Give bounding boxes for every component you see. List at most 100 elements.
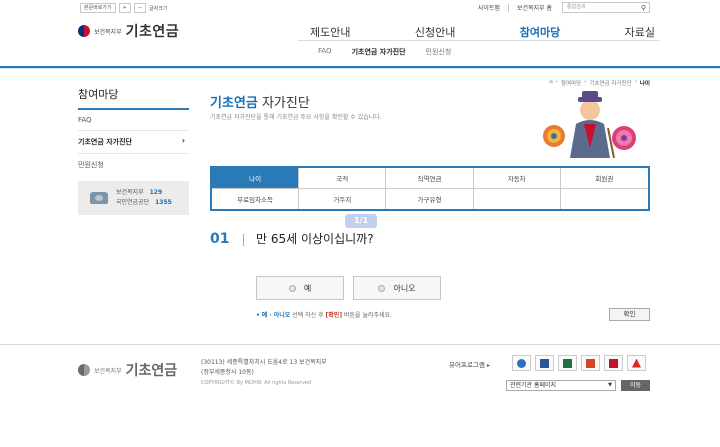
breadcrumb-current: 나이 bbox=[639, 81, 650, 87]
page-title: 기초연금 자가진단 bbox=[210, 92, 310, 111]
select-value: 관련기관 홈페이지 bbox=[510, 382, 557, 389]
footer-address: (30113) 세종특별자치시 도움4로 13 보건복지부 (정부세종청사 10… bbox=[201, 358, 327, 378]
viewer-programs-label: 뷰어프로그램 ▸ bbox=[449, 359, 490, 369]
flower-right bbox=[612, 126, 636, 150]
tab-empty bbox=[561, 189, 648, 210]
call-center-box: 보건복지부 129 국민연금공단 1355 bbox=[78, 181, 189, 215]
question-text: 만 65세 이상이십니까? bbox=[256, 232, 374, 246]
address-line: (정부세종청사 10동) bbox=[201, 369, 254, 376]
utility-left: 본문바로가기 + − 글자크기 bbox=[80, 3, 167, 13]
sub-navigation: FAQ 기초연금 자가진단 민원신청 bbox=[318, 47, 451, 57]
tab-membership[interactable]: 회원권 bbox=[560, 168, 648, 189]
progress-stamp: 1/1 bbox=[345, 214, 377, 228]
call-number: 1355 bbox=[155, 199, 172, 206]
flower-left bbox=[543, 125, 565, 147]
sidebar-item-self-diagnosis[interactable]: 기초연금 자가진단 › bbox=[78, 131, 189, 154]
pdf-reader-icon[interactable] bbox=[604, 355, 623, 371]
call-line: 국민연금공단 1355 bbox=[116, 198, 172, 208]
tab-age[interactable]: 나이 bbox=[212, 168, 300, 189]
sidebar-item-faq[interactable]: FAQ bbox=[78, 110, 189, 131]
page-title-highlight: 기초연금 bbox=[210, 96, 258, 111]
hint-confirm: [확인] bbox=[325, 312, 343, 319]
subnav-faq[interactable]: FAQ bbox=[318, 47, 332, 57]
related-sites-select[interactable]: 관련기관 홈페이지 ▼ bbox=[506, 380, 616, 391]
sidebar-item-label: FAQ bbox=[78, 116, 92, 124]
tab-free-rent-income[interactable]: 무료임차소득 bbox=[212, 188, 300, 209]
answer-label: 예 bbox=[303, 283, 312, 293]
government-emblem-icon bbox=[78, 25, 90, 37]
copyright: COPYRIGHT© By MOHW. All rights Reserved bbox=[201, 380, 312, 386]
site-logo[interactable]: 보건복지부 기초연금 bbox=[78, 21, 179, 41]
home-icon[interactable]: ⌂ bbox=[549, 79, 553, 87]
question-divider bbox=[243, 234, 244, 246]
government-emblem-icon bbox=[78, 364, 90, 376]
main-navigation: 제도안내 신청안내 참여마당 자료실 bbox=[310, 24, 655, 40]
zoom-in-button[interactable]: + bbox=[118, 3, 131, 13]
elderly-person-illustration bbox=[543, 91, 636, 158]
acrobat-icon[interactable] bbox=[627, 355, 646, 371]
nav-system-guide[interactable]: 제도안내 bbox=[310, 24, 350, 40]
hat-top bbox=[582, 91, 598, 99]
chevron-right-icon: › bbox=[181, 136, 185, 145]
tab-empty bbox=[474, 188, 561, 209]
sitemap-link[interactable]: 사이트맵 bbox=[478, 3, 500, 12]
viewer-label: 뷰어프로그램 bbox=[449, 361, 485, 369]
subnav-civil-petition[interactable]: 민원신청 bbox=[426, 47, 452, 57]
nav-application-guide[interactable]: 신청안내 bbox=[415, 24, 455, 40]
zoom-out-button[interactable]: − bbox=[133, 3, 147, 13]
call-center-numbers: 보건복지부 129 국민연금공단 1355 bbox=[116, 188, 172, 208]
excel-viewer-icon[interactable] bbox=[558, 355, 577, 371]
viewer-icons bbox=[512, 355, 646, 371]
hint-mid: 선택 하신 후 bbox=[290, 312, 326, 319]
hwp-viewer-icon[interactable] bbox=[512, 355, 531, 371]
call-name: 국민연금공단 bbox=[116, 199, 150, 206]
page-description: 기초연금 자가진단을 통해 기초연금 주요 사항을 확인할 수 있습니다. bbox=[210, 114, 382, 121]
nav-resources[interactable]: 자료실 bbox=[625, 24, 655, 40]
nav-divider bbox=[298, 40, 660, 41]
header-divider-light bbox=[0, 68, 720, 69]
address-line: (30113) 세종특별자치시 도움4로 13 보건복지부 bbox=[201, 359, 327, 366]
logo-ministry: 보건복지부 bbox=[94, 28, 122, 36]
search-input[interactable]: 통합검색 ⚲ bbox=[562, 2, 650, 13]
confirm-button[interactable]: 확인 bbox=[609, 308, 650, 321]
tab-household-type[interactable]: 가구유형 bbox=[386, 188, 474, 209]
subnav-self-diagnosis[interactable]: 기초연금 자가진단 bbox=[352, 47, 406, 57]
page-title-rest: 자가진단 bbox=[257, 96, 310, 111]
sidebar-item-civil-petition[interactable]: 민원신청 bbox=[78, 154, 189, 176]
answer-no-button[interactable]: 아니오 bbox=[353, 276, 441, 300]
ministry-home-link[interactable]: 보건복지부 홈 bbox=[517, 3, 552, 12]
search-icon[interactable]: ⚲ bbox=[641, 4, 646, 13]
answer-label: 아니오 bbox=[393, 283, 416, 293]
footer-ministry: 보건복지부 bbox=[94, 367, 122, 375]
answer-yes-button[interactable]: 예 bbox=[256, 276, 344, 300]
tab-residence[interactable]: 거주지 bbox=[299, 188, 387, 209]
telephone-icon bbox=[90, 192, 108, 204]
nav-participation[interactable]: 참여마당 bbox=[520, 24, 560, 40]
footer-logo: 보건복지부 기초연금 bbox=[78, 360, 177, 380]
tab-occupational-pension[interactable]: 직역연금 bbox=[386, 168, 474, 189]
breadcrumb-sep: › bbox=[634, 79, 637, 85]
divider bbox=[507, 3, 509, 12]
hint-bullet: • bbox=[256, 312, 260, 319]
hint-tail: 버튼을 눌러주세요. bbox=[342, 312, 392, 319]
powerpoint-viewer-icon[interactable] bbox=[581, 355, 600, 371]
breadcrumb-sep: › bbox=[584, 79, 587, 85]
tab-car[interactable]: 자동차 bbox=[473, 168, 561, 189]
breadcrumb: ⌂ › 참여마당 › 기초연금 자가진단 › 나이 bbox=[549, 79, 650, 87]
hint-options: 예 · 아니오 bbox=[261, 312, 291, 319]
utility-right: 사이트맵 보건복지부 홈 bbox=[478, 3, 552, 12]
skip-to-content-link[interactable]: 본문바로가기 bbox=[80, 3, 116, 13]
radio-icon bbox=[288, 284, 296, 292]
sidebar-title: 참여마당 bbox=[78, 86, 189, 110]
go-button[interactable]: 이동 bbox=[621, 380, 650, 391]
logo-title: 기초연금 bbox=[125, 24, 180, 40]
breadcrumb-item[interactable]: 기초연금 자가진단 bbox=[589, 79, 631, 87]
tab-nationality[interactable]: 국적 bbox=[299, 168, 387, 189]
word-viewer-icon[interactable] bbox=[535, 355, 554, 371]
face-shape bbox=[580, 100, 600, 120]
font-size-label: 글자크기 bbox=[149, 5, 168, 12]
breadcrumb-item[interactable]: 참여마당 bbox=[561, 79, 581, 87]
call-line: 보건복지부 129 bbox=[116, 188, 172, 198]
search-placeholder: 통합검색 bbox=[567, 4, 586, 10]
question-number: 01 bbox=[210, 231, 230, 247]
